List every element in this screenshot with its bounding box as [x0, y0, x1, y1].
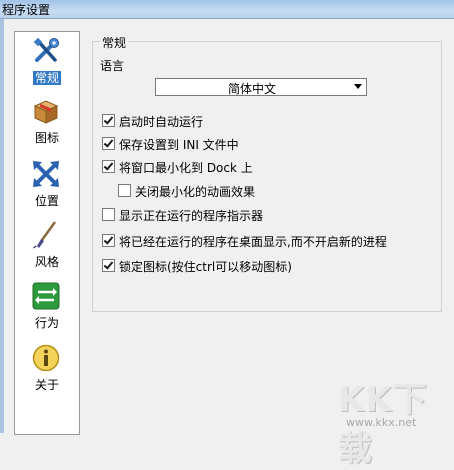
option-label: 保存设置到 INI 文件中 [119, 138, 239, 152]
info-icon [32, 344, 60, 372]
language-select[interactable]: 简体中文 [155, 78, 367, 96]
chevron-down-icon[interactable] [354, 84, 362, 89]
lock-icons-checkbox[interactable] [102, 259, 115, 272]
sidebar-item-label: 关于 [34, 378, 59, 392]
option-label: 启动时自动运行 [119, 115, 204, 129]
group-divider [92, 41, 442, 42]
sidebar-item-label: 行为 [34, 316, 59, 330]
option-label: 将窗口最小化到 Dock 上 [119, 161, 253, 175]
language-select-value: 简体中文 [227, 82, 276, 96]
language-label: 语言 [100, 59, 125, 73]
sidebar-item-icons[interactable]: 图标 [15, 96, 79, 154]
swap-arrows-icon [32, 282, 60, 310]
window-title: 程序设置 [2, 3, 51, 17]
disable-animation-checkbox[interactable] [118, 184, 131, 197]
group-title: 常规 [100, 34, 129, 51]
minimize-to-dock-checkbox[interactable] [102, 160, 115, 173]
sidebar-item-label: 图标 [34, 131, 59, 145]
move-arrows-icon [33, 161, 59, 187]
general-settings-panel: 常规 语言 简体中文 启动时自动运行 保存设置到 INI 文件中 将窗口最小化到… [92, 31, 444, 321]
sidebar-item-about[interactable]: 关于 [15, 343, 79, 401]
sidebar-item-label: 位置 [34, 194, 59, 208]
settings-sidebar: 常规 图标 位置 风格 行为 关于 [14, 31, 80, 435]
option-label: 显示正在运行的程序指示器 [119, 209, 264, 223]
sidebar-item-behavior[interactable]: 行为 [15, 281, 79, 339]
save-ini-checkbox[interactable] [102, 137, 115, 150]
sidebar-item-label: 风格 [34, 255, 59, 269]
sidebar-item-style[interactable]: 风格 [15, 220, 79, 278]
settings-window: 常规 图标 位置 风格 行为 关于 常规 语言 简体中文 启动时自动运行 保存设… [0, 19, 454, 435]
tools-icon [33, 37, 59, 62]
option-label: 关闭最小化的动画效果 [135, 185, 256, 199]
option-label: 将已经在运行的程序在桌面显示,而不开启新的进程 [119, 235, 387, 249]
brush-icon [33, 221, 57, 249]
show-running-checkbox[interactable] [102, 234, 115, 247]
watermark-url: www.kkx.net [346, 416, 417, 429]
sidebar-item-label: 常规 [32, 71, 61, 85]
sidebar-item-position[interactable]: 位置 [15, 159, 79, 217]
sidebar-item-general[interactable]: 常规 [15, 36, 79, 94]
window-titlebar[interactable]: 程序设置 [0, 0, 454, 19]
option-label: 锁定图标(按住ctrl可以移动图标) [119, 260, 292, 274]
package-icon [33, 100, 59, 124]
autostart-checkbox[interactable] [102, 114, 115, 127]
running-indicator-checkbox[interactable] [102, 208, 115, 221]
